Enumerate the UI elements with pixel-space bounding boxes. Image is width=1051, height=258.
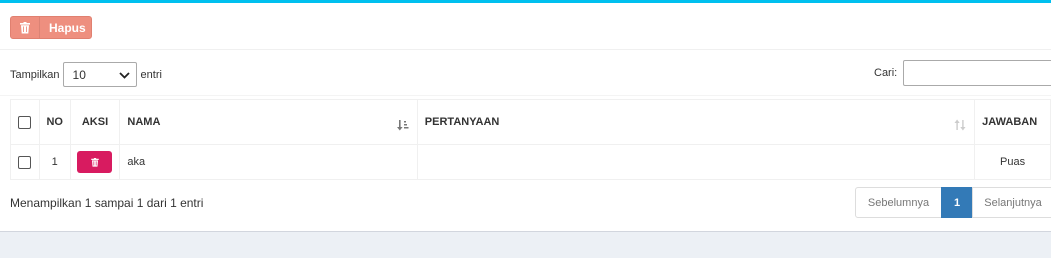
cell-nama: aka	[119, 144, 418, 180]
header-jawaban[interactable]: JAWABAN	[974, 99, 1051, 145]
table-row: 1 aka Puas	[10, 144, 1051, 180]
select-all-header	[10, 99, 40, 145]
trash-icon	[11, 21, 39, 34]
delete-selected-button[interactable]: Hapus	[10, 16, 92, 39]
search-box: Cari:	[874, 60, 1051, 86]
select-all-checkbox[interactable]	[18, 115, 32, 129]
cell-pertanyaan	[416, 144, 976, 180]
header-no[interactable]: NO	[38, 99, 71, 145]
search-label: Cari:	[874, 67, 898, 79]
cell-no: 1	[38, 144, 71, 180]
divider	[0, 49, 1051, 50]
chevron-down-icon	[118, 68, 130, 82]
pagination: Sebelumnya 1 Selanjutnya	[855, 187, 1051, 218]
row-select-cell	[10, 144, 40, 180]
next-page-button[interactable]: Selanjutnya	[972, 187, 1051, 218]
page-1-button[interactable]: 1	[941, 187, 973, 218]
row-delete-button[interactable]	[77, 151, 113, 173]
length-menu: Tampilkan 10 entri	[10, 62, 162, 87]
divider	[0, 95, 1051, 96]
toolbar: Hapus	[10, 16, 92, 39]
delete-button-label: Hapus	[49, 20, 86, 35]
table-info: Menampilkan 1 sampai 1 dari 1 entri	[10, 196, 204, 210]
table-header-row: NO AKSI NAMA PERTANYAAN JAWABAN	[10, 99, 1051, 145]
entries-select-value: 10	[72, 67, 86, 82]
previous-page-button[interactable]: Sebelumnya	[855, 187, 942, 218]
header-nama-label: NAMA	[127, 116, 161, 128]
header-nama[interactable]: NAMA	[119, 99, 418, 145]
trash-icon	[91, 157, 99, 167]
entries-select[interactable]: 10	[62, 62, 137, 87]
header-pertanyaan-label: PERTANYAAN	[424, 116, 500, 128]
sort-both-icon	[954, 119, 966, 134]
header-aksi: AKSI	[69, 99, 121, 145]
cell-aksi	[69, 144, 121, 180]
cell-jawaban: Puas	[974, 144, 1051, 180]
row-checkbox[interactable]	[18, 155, 32, 169]
data-box: Hapus Tampilkan 10 entri Cari: NO AKSI N…	[0, 0, 1051, 232]
sort-asc-icon	[396, 119, 409, 134]
header-pertanyaan[interactable]: PERTANYAAN	[416, 99, 976, 145]
length-suffix: entri	[140, 68, 162, 81]
length-prefix: Tampilkan	[10, 68, 60, 81]
data-table: NO AKSI NAMA PERTANYAAN JAWABAN 1 aka Pu…	[10, 99, 1051, 180]
search-input[interactable]	[903, 60, 1051, 86]
